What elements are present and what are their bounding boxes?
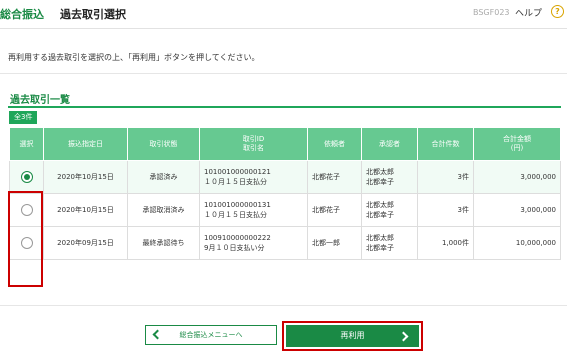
col-total-amount: 合計金額 (円) [473, 127, 561, 161]
col-txn-name: 取引名 [243, 144, 264, 152]
total-amount-cell: 3,000,000 [473, 193, 561, 227]
help-icon[interactable]: ? [551, 5, 564, 18]
screen-id: BSGF023 [473, 8, 510, 17]
total-amount-cell: 10,000,000 [473, 226, 561, 260]
table-header-row: 選択 振込指定日 取引状態 取引ID 取引名 依頼者 承認者 合計件数 合計金額… [9, 127, 561, 161]
col-select: 選択 [9, 127, 44, 161]
txn-id: 100910000000222 [204, 234, 271, 242]
approver-cell: 北都太郎 北都幸子 [361, 226, 418, 260]
txn-name: １０月１５日支払分 [204, 178, 267, 186]
row-radio-selected[interactable] [20, 171, 33, 183]
select-cell[interactable] [9, 226, 44, 260]
txn-name: 9月１０日支払い分 [204, 244, 265, 252]
reuse-button-label: 再利用 [340, 331, 365, 340]
count-badge: 全3件 [9, 111, 38, 124]
date-cell: 2020年09月15日 [43, 226, 128, 260]
reuse-button-highlight: 再利用 [282, 321, 423, 351]
col-total-count: 合計件数 [417, 127, 474, 161]
reuse-button[interactable]: 再利用 [286, 325, 419, 347]
col-total-amount-label: 合計金額 [503, 135, 531, 143]
status-cell: 承認取消済み [127, 193, 200, 227]
col-approver: 承認者 [361, 127, 418, 161]
table-row[interactable]: 2020年09月15日 最終承認待ち 100910000000222 9月１０日… [9, 226, 561, 260]
list-title: 過去取引一覧 [10, 95, 70, 106]
status-cell: 承認済み [127, 160, 200, 194]
title-underline [8, 106, 561, 108]
table-row[interactable]: 2020年10月15日 承認済み 101001000000121 １０月１５日支… [9, 160, 561, 194]
col-status: 取引状態 [127, 127, 200, 161]
col-date: 振込指定日 [43, 127, 128, 161]
page-title: 過去取引選択 [60, 8, 126, 21]
approver-name: 北都幸子 [366, 178, 394, 186]
date-cell: 2020年10月15日 [43, 193, 128, 227]
col-txn-id: 取引ID [242, 135, 265, 143]
col-requester: 依頼者 [307, 127, 362, 161]
total-count-cell: 3件 [417, 193, 474, 227]
approver-name: 北都幸子 [366, 211, 394, 219]
section-title: 総合振込 [0, 8, 44, 21]
txn-cell: 101001000000131 １０月１５日支払分 [199, 193, 308, 227]
requester-cell: 北都花子 [307, 160, 362, 194]
status-cell: 最終承認待ち [127, 226, 200, 260]
table-row[interactable]: 2020年10月15日 承認取消済み 101001000000131 １０月１５… [9, 193, 561, 227]
approver-name: 北都太郎 [366, 168, 394, 176]
divider [0, 73, 567, 74]
row-radio[interactable] [20, 204, 33, 216]
select-cell[interactable] [9, 193, 44, 227]
requester-cell: 北都一郎 [307, 226, 362, 260]
main-content: 再利用する過去取引を選択の上、「再利用」ボタンを押してください。 過去取引一覧 … [0, 29, 567, 351]
date-cell: 2020年10月15日 [43, 160, 128, 194]
col-total-amount-unit: (円) [510, 144, 524, 152]
approver-name: 北都太郎 [366, 234, 394, 242]
transaction-table: 選択 振込指定日 取引状態 取引ID 取引名 依頼者 承認者 合計件数 合計金額… [9, 127, 561, 260]
divider [0, 305, 567, 306]
txn-cell: 101001000000121 １０月１５日支払分 [199, 160, 308, 194]
select-cell[interactable] [9, 160, 44, 194]
col-txn: 取引ID 取引名 [199, 127, 308, 161]
chevron-right-icon [398, 331, 409, 342]
total-count-cell: 1,000件 [417, 226, 474, 260]
chevron-left-icon [152, 329, 163, 340]
back-button-label: 総合振込メニューへ [179, 331, 243, 339]
row-radio[interactable] [20, 237, 33, 249]
page-header: 総合振込 過去取引選択 BSGF023 ヘルプ ? [0, 0, 567, 29]
back-to-menu-button[interactable]: 総合振込メニューへ [145, 325, 277, 345]
help-link[interactable]: ヘルプ [515, 6, 542, 19]
approver-cell: 北都太郎 北都幸子 [361, 193, 418, 227]
approver-name: 北都幸子 [366, 244, 394, 252]
txn-name: １０月１５日支払分 [204, 211, 267, 219]
total-amount-cell: 3,000,000 [473, 160, 561, 194]
total-count-cell: 3件 [417, 160, 474, 194]
requester-cell: 北都花子 [307, 193, 362, 227]
txn-id: 101001000000121 [204, 168, 271, 176]
txn-cell: 100910000000222 9月１０日支払い分 [199, 226, 308, 260]
instruction-text: 再利用する過去取引を選択の上、「再利用」ボタンを押してください。 [8, 53, 260, 62]
txn-id: 101001000000131 [204, 201, 271, 209]
approver-name: 北都太郎 [366, 201, 394, 209]
approver-cell: 北都太郎 北都幸子 [361, 160, 418, 194]
